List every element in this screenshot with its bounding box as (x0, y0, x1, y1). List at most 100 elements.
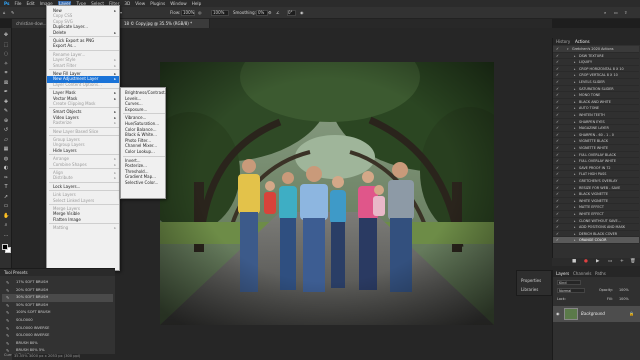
check-icon[interactable]: ✓ (556, 198, 560, 205)
tool-preset-item[interactable]: ✎ SOLO000 INVERSE (2, 325, 113, 333)
action-item[interactable]: ✓ ▸ MONO TONE (553, 92, 639, 99)
opacity-value-field[interactable]: 100% (619, 288, 629, 292)
action-item[interactable]: ✓ ▸ WHITEN TEETH (553, 112, 639, 119)
dodge-tool-icon[interactable]: ◐ (3, 165, 9, 171)
fill-value-field[interactable]: 100% (619, 297, 629, 301)
blend-mode-select[interactable]: Normal (557, 288, 585, 293)
action-item[interactable]: ✓ ▸ MAGAZINE LAYER (553, 125, 639, 132)
action-item[interactable]: ✓ ▸ SATURATION SLIDER (553, 86, 639, 93)
clone-stamp-tool-icon[interactable]: ⊕ (3, 118, 9, 124)
menu-plugins[interactable]: Plugins (150, 1, 165, 6)
tab-layers[interactable]: Layers (556, 271, 569, 276)
blur-tool-icon[interactable]: ◍ (3, 156, 9, 162)
tool-preset-item[interactable]: ✎ BRUSH 80% (2, 340, 113, 348)
mode-dropdown[interactable]: ▾ (120, 10, 122, 15)
expand-right-icon[interactable]: ▸ (574, 112, 576, 119)
tab-document-active[interactable]: 18 © Copy.jpg @ 35.5% (RGB/8) * (120, 19, 210, 28)
layer-row-background[interactable]: ◉ Background 🔒 (553, 306, 640, 322)
tool-preset-item[interactable]: ✎ SOLO000 INVERSE (2, 332, 113, 340)
shape-tool-icon[interactable]: ▭ (3, 203, 9, 209)
action-item[interactable]: ✓ ▸ DERICH BLACK COVER (553, 231, 639, 238)
foreground-color-swatch[interactable] (2, 244, 8, 250)
tool-preset-item[interactable]: ✎ 100% SOFT BRUSH (2, 309, 113, 317)
expand-right-icon[interactable]: ▸ (574, 66, 576, 73)
expand-right-icon[interactable]: ▸ (574, 99, 576, 106)
tool-preset-item[interactable]: ✎ SOLO000 (2, 317, 113, 325)
expand-right-icon[interactable]: ▸ (574, 105, 576, 112)
stop-icon[interactable]: ■ (572, 259, 576, 264)
pen-tool-icon[interactable]: ✑ (3, 175, 9, 181)
tool-preset-item[interactable]: ✎ 30% SOFT BRUSH (2, 294, 113, 302)
expand-right-icon[interactable]: ▸ (574, 178, 576, 185)
tab-history[interactable]: History (556, 39, 570, 44)
share-icon[interactable]: ⇪ (624, 10, 627, 15)
eye-icon[interactable]: ◉ (556, 311, 560, 316)
check-icon[interactable]: ✓ (556, 224, 560, 231)
crop-tool-icon[interactable]: ⌗ (3, 70, 9, 76)
more-tool-icon[interactable]: … (3, 232, 9, 238)
expand-right-icon[interactable]: ▸ (574, 152, 576, 159)
action-item[interactable]: ✓ ▸ WHITE EFFECT (553, 211, 639, 218)
action-item[interactable]: ✓ ▸ ADD POSITIONS AND MASK (553, 224, 639, 231)
check-icon[interactable]: ✓ (556, 185, 560, 192)
path-select-tool-icon[interactable]: ➚ (3, 194, 9, 200)
home-icon[interactable]: ⌂ (3, 10, 6, 15)
tab-channels[interactable]: Channels (573, 271, 592, 276)
check-icon[interactable]: ✓ (556, 79, 560, 86)
ps-logo[interactable]: Ps (4, 1, 10, 6)
action-item[interactable]: ✓ ▸ VIGNETTE BLACK (553, 138, 639, 145)
expand-right-icon[interactable]: ▸ (574, 53, 576, 60)
check-icon[interactable]: ✓ (556, 132, 560, 139)
libraries-button[interactable]: Libraries (521, 287, 538, 292)
expand-right-icon[interactable]: ▸ (574, 79, 576, 86)
check-icon[interactable]: ✓ (556, 112, 560, 119)
check-icon[interactable]: ✓ (556, 191, 560, 198)
check-icon[interactable]: ✓ (556, 92, 560, 99)
check-icon[interactable]: ✓ (556, 165, 560, 172)
check-icon[interactable]: ✓ (556, 218, 560, 225)
action-item[interactable]: ✓ ▸ CROP HORIZONTAL 8 X 10 (553, 66, 639, 73)
check-icon[interactable]: ✓ (556, 59, 560, 66)
check-icon[interactable]: ✓ (556, 152, 560, 159)
check-icon[interactable]: ✓ (556, 171, 560, 178)
check-icon[interactable]: ✓ (556, 145, 560, 152)
action-item[interactable]: ✓ ▸ SHARPEN EYES (553, 119, 639, 126)
gradient-tool-icon[interactable]: ▦ (3, 146, 9, 152)
eraser-tool-icon[interactable]: ▱ (3, 137, 9, 143)
layer-filter-kind[interactable]: Kind (557, 280, 581, 285)
brush-tool-icon[interactable]: ✎ (3, 108, 9, 114)
expand-down-icon[interactable]: ▾ (567, 46, 569, 53)
check-icon[interactable]: ✓ (556, 125, 560, 132)
lasso-tool-icon[interactable]: ◌ (3, 51, 9, 57)
action-item[interactable]: ✓ ▸ LIQUIFY (553, 59, 639, 66)
type-tool-icon[interactable]: T (3, 184, 9, 190)
expand-right-icon[interactable]: ▸ (574, 198, 576, 205)
expand-right-icon[interactable]: ▸ (574, 185, 576, 192)
check-icon[interactable]: ✓ (556, 231, 560, 238)
tool-preset-item[interactable]: ✎ 50% SOFT BRUSH (2, 302, 113, 310)
action-item[interactable]: ✓ ▸ FULL OVERLAY WHITE (553, 158, 639, 165)
check-icon[interactable]: ✓ (556, 178, 560, 185)
action-item[interactable]: ✓ ▸ DSW TEXTURE (553, 53, 639, 60)
search-icon[interactable]: ⌕ (604, 10, 606, 15)
angle-icon[interactable]: ∠ (276, 10, 280, 15)
check-icon[interactable]: ✓ (556, 72, 560, 79)
tab-paths[interactable]: Paths (595, 271, 606, 276)
expand-right-icon[interactable]: ▸ (574, 92, 576, 99)
expand-right-icon[interactable]: ▸ (574, 145, 576, 152)
expand-right-icon[interactable]: ▸ (574, 218, 576, 225)
check-icon[interactable]: ✓ (556, 138, 560, 145)
check-icon[interactable]: ✓ (556, 105, 560, 112)
action-item[interactable]: ✓ ▸ LEVELS SLIDER (553, 79, 639, 86)
gear-icon[interactable]: ⚙ (268, 10, 272, 15)
check-icon[interactable]: ✓ (556, 66, 560, 73)
hand-tool-icon[interactable]: ✋ (3, 213, 9, 219)
expand-right-icon[interactable]: ▸ (574, 59, 576, 66)
check-icon[interactable]: ✓ (556, 53, 560, 60)
expand-right-icon[interactable]: ▸ (574, 165, 576, 172)
action-item[interactable]: ✓ ▸ AUTO TONE (553, 105, 639, 112)
action-item[interactable]: ✓ ▸ SAVE PROOF IN 72 (553, 165, 639, 172)
action-item[interactable]: ✓ ▸ FLAT HIGH PASS (553, 171, 639, 178)
action-item[interactable]: ✓ ▸ SHARPEN - 60 - 1 - 0 (553, 132, 639, 139)
check-icon[interactable]: ✓ (556, 211, 560, 218)
